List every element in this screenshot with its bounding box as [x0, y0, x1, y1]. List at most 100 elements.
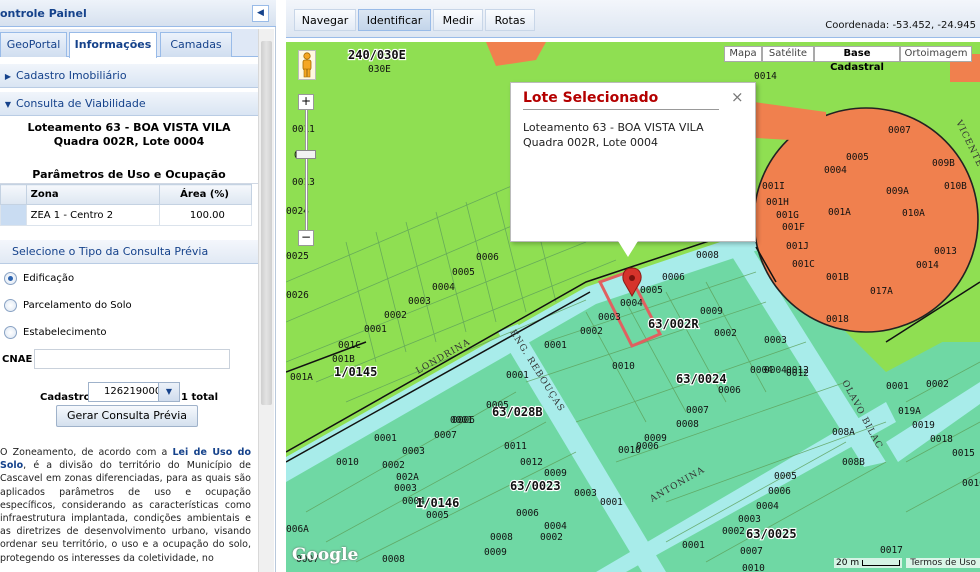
parametros-title: Parâmetros de Uso e Ocupação	[0, 168, 258, 184]
option-estabelecimento[interactable]: Estabelecimento	[4, 323, 107, 343]
maptype-satelite[interactable]: Satélite	[762, 46, 814, 62]
zoom-slider-track[interactable]	[305, 110, 308, 230]
lot-number-label: 0005	[774, 471, 797, 482]
row-selector[interactable]	[0, 204, 27, 226]
tab-geoportal[interactable]: GeoPortal	[0, 32, 67, 57]
zone-area-cell: 100.00	[158, 204, 253, 226]
lote-selecionado-popup: Lote Selecionado × Loteamento 63 - BOA V…	[510, 82, 756, 242]
medir-button[interactable]: Medir	[433, 9, 483, 31]
lot-number-label: 0013	[292, 177, 315, 188]
lot-number-label: 0025	[286, 251, 309, 262]
lot-number-label: 0015	[952, 448, 975, 459]
zoom-slider-handle[interactable]	[296, 150, 316, 159]
lot-number-label: 0016	[962, 478, 980, 489]
lot-number-label: 0006	[718, 385, 741, 396]
section-consulta-viabilidade[interactable]: ▼ Consulta de Viabilidade	[0, 92, 258, 116]
lot-number-label: 010B	[944, 181, 967, 192]
column-area[interactable]: Área (%)	[158, 184, 253, 205]
popup-pointer	[618, 241, 638, 257]
lot-number-label: 0009	[700, 306, 723, 317]
lot-number-label: 0013	[934, 246, 957, 257]
maptype-mapa[interactable]: Mapa	[724, 46, 762, 62]
lot-number-label: 001B	[332, 354, 355, 365]
close-icon[interactable]: ×	[731, 89, 744, 105]
quadra-label: 63/002R	[648, 317, 699, 331]
lot-number-label: 009B	[932, 158, 955, 169]
tab-informacoes[interactable]: Informações	[69, 32, 157, 58]
radio-icon[interactable]	[4, 325, 17, 339]
lot-number-label: 0002	[714, 328, 737, 339]
lot-number-label: 0002	[722, 526, 745, 537]
tab-camadas[interactable]: Camadas	[160, 32, 232, 57]
app-window: ontrole Painel ◀ GeoPortal Informações C…	[0, 0, 980, 572]
lot-number-label: 0007	[888, 125, 911, 136]
lot-number-label: 0003	[402, 446, 425, 457]
radio-checked-icon[interactable]	[4, 271, 17, 285]
zoom-in-button[interactable]: +	[298, 94, 314, 110]
lot-number-label: 010A	[902, 208, 925, 219]
lot-number-label: 001J	[786, 241, 809, 252]
lot-number-label: 001H	[766, 197, 789, 208]
lot-number-label: 0009	[484, 547, 507, 558]
scrollbar-thumb[interactable]	[261, 41, 272, 405]
lot-number-label: 0009	[544, 468, 567, 479]
chevron-down-icon[interactable]: ▼	[158, 383, 179, 401]
map-scale: 20 m	[834, 558, 903, 568]
lot-number-label: 0012	[520, 457, 543, 468]
section-label: Consulta de Viabilidade	[16, 97, 146, 110]
lote-quadra: Quadra 002R, Lote 0004	[53, 135, 205, 148]
popup-divider	[523, 109, 719, 110]
lot-number-label: 008A	[832, 427, 855, 438]
panel-scrollbar[interactable]	[258, 29, 274, 572]
google-logo: Google	[292, 545, 359, 565]
section-cadastro-imobiliario[interactable]: ▶ Cadastro Imobiliário	[0, 64, 258, 88]
quadra-label: 63/0024	[676, 372, 727, 386]
lot-number-label: 0002	[540, 532, 563, 543]
gerar-consulta-button[interactable]: Gerar Consulta Prévia	[56, 405, 198, 427]
collapse-panel-button[interactable]: ◀	[252, 5, 269, 22]
option-edificacao[interactable]: Edificação	[4, 269, 74, 289]
zone-table-header: Zona Área (%)	[0, 184, 253, 205]
lot-number-label: 0006	[768, 486, 791, 497]
popup-loteamento: Loteamento 63 - BOA VISTA VILA	[523, 121, 704, 134]
identificar-button[interactable]: Identificar	[358, 9, 431, 31]
street-view-pegman-icon[interactable]	[298, 50, 316, 80]
lot-number-label: 0003	[408, 296, 431, 307]
pegman-icon	[302, 52, 312, 78]
lot-number-label: 001C	[338, 340, 361, 351]
lote-loteamento: Loteamento 63 - BOA VISTA VILA	[27, 121, 231, 134]
lot-number-label: 0004	[544, 521, 567, 532]
lot-number-label: 0012	[786, 365, 809, 376]
lot-number-label: 0005	[426, 510, 449, 521]
lot-number-label: 0006	[476, 252, 499, 263]
lot-number-label: 0005	[846, 152, 869, 163]
zoom-out-button[interactable]: −	[298, 230, 314, 246]
description-text: O Zoneamento, de acordo com a	[0, 447, 173, 458]
lot-number-label: 0026	[286, 290, 309, 301]
navegar-button[interactable]: Navegar	[294, 9, 356, 31]
total-count: 1 total	[181, 392, 219, 403]
terms-of-use-link[interactable]: Termos de Uso	[906, 558, 980, 568]
lot-number-label: 001A	[828, 207, 851, 218]
table-row[interactable]: ZEA 1 - Centro 2 100.00	[0, 204, 253, 226]
lot-number-label: 0004	[620, 298, 643, 309]
maptype-base-cadastral[interactable]: Base Cadastral	[814, 46, 900, 73]
radio-icon[interactable]	[4, 298, 17, 312]
cadastral-map[interactable]: 240/030E 63/002R 63/0024 63/028B 63/0023…	[286, 42, 980, 572]
lot-number-label: 0005	[452, 267, 475, 278]
cnae-input[interactable]	[34, 349, 230, 369]
lot-number-label: 0001	[374, 433, 397, 444]
lot-number-label: 0004	[750, 365, 773, 376]
popup-title: Lote Selecionado	[523, 90, 659, 106]
lot-number-label: 0010	[336, 457, 359, 468]
column-zona[interactable]: Zona	[25, 184, 160, 205]
scale-bar	[862, 559, 901, 566]
lot-number-label: 0006	[636, 441, 659, 452]
maptype-ortoimagem[interactable]: Ortoimagem	[900, 46, 972, 62]
quadra-label: 240/030E	[348, 48, 406, 62]
rotas-button[interactable]: Rotas	[485, 9, 535, 31]
lot-number-label: 0006	[516, 508, 539, 519]
lot-number-label: 0002	[926, 379, 949, 390]
option-parcelamento[interactable]: Parcelamento do Solo	[4, 296, 132, 316]
cnae-label: CNAE	[2, 354, 33, 365]
